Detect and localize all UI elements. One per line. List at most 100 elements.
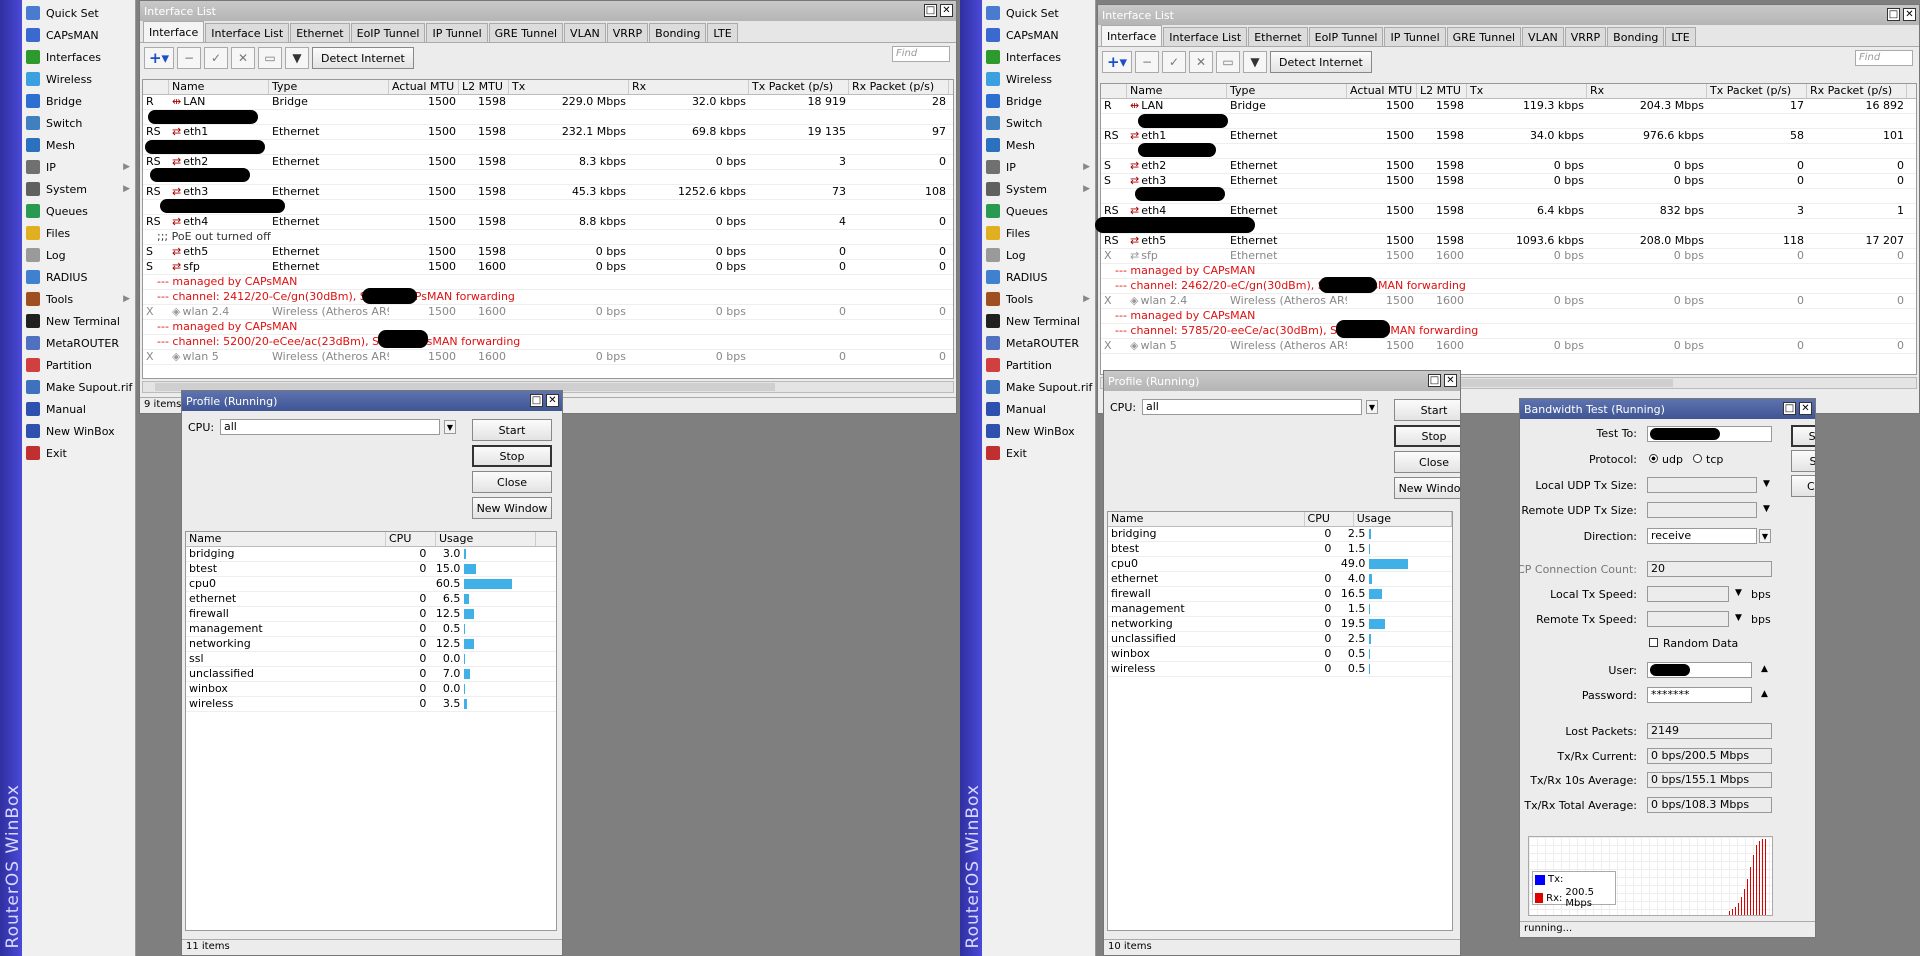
close-button[interactable]: Close	[472, 471, 552, 493]
menu-item-mesh[interactable]: Mesh	[982, 134, 1096, 156]
column-header[interactable]: CPU	[1305, 512, 1354, 526]
menu-item-bridge[interactable]: Bridge	[22, 90, 136, 112]
tab-lte[interactable]: LTE	[1665, 27, 1696, 46]
chevron-down-icon[interactable]: ▼	[444, 420, 456, 434]
comment-row[interactable]: --- channel: 5200/20-eCee/ac(23dBm), SSI…	[143, 335, 953, 350]
filter-icon[interactable]: ▼	[285, 47, 309, 69]
table-row[interactable]: RS ⇄ eth4 Ethernet 1500 1598 8.8 kbps 0 bps 4 0	[143, 215, 953, 230]
column-header[interactable]: Tx Packet (p/s)	[1707, 84, 1807, 98]
table-row[interactable]: X◈wlan 2.4Wireless (Atheros AR9...150016…	[1101, 294, 1916, 309]
stop-button[interactable]: Stop	[1791, 450, 1815, 472]
comment-row[interactable]: --- managed by CAPsMAN	[143, 320, 953, 335]
table-row[interactable]: S ⇄ eth2 Ethernet 1500 1598 0 bps 0 bps 0 0	[1101, 159, 1916, 174]
comment-row[interactable]: --- managed by CAPsMAN	[143, 275, 953, 290]
remote-speed-field[interactable]	[1647, 611, 1729, 627]
menu-item-ip[interactable]: IP ▶	[22, 156, 136, 178]
column-header[interactable]: CPU	[386, 532, 436, 546]
column-header[interactable]	[1101, 84, 1127, 98]
comment-row[interactable]: ;;; PoE out turned off	[143, 230, 953, 245]
comment-icon[interactable]: ▭	[258, 47, 282, 69]
table-row[interactable]: networking 0 12.5	[186, 637, 556, 652]
column-header[interactable]: L2 MTU	[459, 80, 509, 94]
password-field[interactable]: *******	[1647, 687, 1752, 703]
column-header[interactable]: Rx Packet (p/s)	[1807, 84, 1907, 98]
close-icon[interactable]: ✕	[1444, 374, 1457, 387]
table-row[interactable]: winbox 0 0.5	[1108, 647, 1452, 662]
tab-eoip-tunnel[interactable]: EoIP Tunnel	[350, 23, 426, 42]
tab-interface-list[interactable]: Interface List	[205, 23, 290, 42]
remove-icon[interactable]: −	[1135, 51, 1159, 73]
tab-bonding[interactable]: Bonding	[649, 23, 707, 42]
column-header[interactable]: Type	[1227, 84, 1347, 98]
interface-list-titlebar[interactable]: Interface List □ ✕	[140, 1, 956, 21]
start-button[interactable]: Start	[1394, 399, 1460, 421]
menu-item-radius[interactable]: RADIUS	[982, 266, 1096, 288]
table-row[interactable]: unclassified 0 7.0	[186, 667, 556, 682]
tab-ethernet[interactable]: Ethernet	[1248, 27, 1308, 46]
menu-item-manual[interactable]: Manual	[982, 398, 1096, 420]
menu-item-quick-set[interactable]: Quick Set	[22, 2, 136, 24]
table-row[interactable]: bridging 0 3.0	[186, 547, 556, 562]
table-row[interactable]: X◈wlan 5Wireless (Atheros AR9...15001600…	[143, 350, 953, 365]
comment-row[interactable]: --- channel: 2462/20-eC/gn(30dBm), SSID:…	[1101, 279, 1916, 294]
column-header[interactable]: Actual MTU	[389, 80, 459, 94]
table-row[interactable]: S ⇄ eth3 Ethernet 1500 1598 0 bps 0 bps 0 0	[1101, 174, 1916, 189]
chevron-up-icon[interactable]: ▲	[1761, 689, 1768, 699]
table-row[interactable]: ssl 0 0.0	[186, 652, 556, 667]
table-row[interactable]: management 0 0.5	[186, 622, 556, 637]
local-speed-field[interactable]	[1647, 586, 1729, 602]
find-input[interactable]: Find	[1855, 50, 1913, 66]
table-row[interactable]: S ⇄ sfp Ethernet 1500 1600 0 bps 0 bps 0 0	[143, 260, 953, 275]
tab-gre-tunnel[interactable]: GRE Tunnel	[488, 23, 564, 42]
close-icon[interactable]: ✕	[940, 4, 953, 17]
enable-icon[interactable]: ✓	[204, 47, 228, 69]
column-header[interactable]: Name	[169, 80, 269, 94]
column-header[interactable]: Usage	[436, 532, 536, 546]
menu-item-tools[interactable]: Tools ▶	[22, 288, 136, 310]
tab-vlan[interactable]: VLAN	[564, 23, 606, 42]
add-icon[interactable]: +▾	[1102, 51, 1132, 73]
menu-item-exit[interactable]: Exit	[22, 442, 136, 464]
menu-item-mesh[interactable]: Mesh	[22, 134, 136, 156]
table-row[interactable]: R ⇹ LAN Bridge 1500 1598 229.0 Mbps 32.0 kbps 18…	[143, 95, 953, 110]
tab-ip-tunnel[interactable]: IP Tunnel	[1384, 27, 1446, 46]
table-row[interactable]: btest 0 1.5	[1108, 542, 1452, 557]
menu-item-wireless[interactable]: Wireless	[22, 68, 136, 90]
direction-select[interactable]: receive	[1647, 528, 1757, 544]
cpu-select[interactable]: all	[220, 419, 440, 435]
enable-icon[interactable]: ✓	[1162, 51, 1186, 73]
column-header[interactable]: Actual MTU	[1347, 84, 1417, 98]
table-row[interactable]: btest 0 15.0	[186, 562, 556, 577]
table-row[interactable]: RS ⇄ eth2 Ethernet 1500 1598 8.3 kbps 0 bps 3 0	[143, 155, 953, 170]
menu-item-log[interactable]: Log	[982, 244, 1096, 266]
tab-vrrp[interactable]: VRRP	[606, 23, 649, 42]
menu-item-radius[interactable]: RADIUS	[22, 266, 136, 288]
user-field[interactable]	[1647, 662, 1752, 678]
column-header[interactable]: Tx Packet (p/s)	[749, 80, 849, 94]
column-header[interactable]: Name	[1127, 84, 1227, 98]
maximize-icon[interactable]: □	[1887, 8, 1900, 21]
menu-item-queues[interactable]: Queues	[22, 200, 136, 222]
random-data-checkbox[interactable]: Random Data	[1649, 637, 1738, 650]
menu-item-capsman[interactable]: CAPsMAN	[22, 24, 136, 46]
comment-row[interactable]: --- channel: 2412/20-Ce/gn(30dBm), SSID:…	[143, 290, 953, 305]
remove-icon[interactable]: −	[177, 47, 201, 69]
comment-icon[interactable]: ▭	[1216, 51, 1240, 73]
detect-internet-button[interactable]: Detect Internet	[312, 47, 414, 69]
table-row[interactable]: ethernet 0 4.0	[1108, 572, 1452, 587]
new-window-button[interactable]: New Window	[472, 497, 552, 519]
close-icon[interactable]: ✕	[1799, 402, 1812, 415]
profile-titlebar[interactable]: Profile (Running) □ ✕	[1104, 371, 1460, 391]
tab-vlan[interactable]: VLAN	[1522, 27, 1564, 46]
chevron-down-icon[interactable]: ▼	[1366, 400, 1378, 414]
start-button[interactable]: Start	[472, 419, 552, 441]
menu-item-make-supout-rif[interactable]: Make Supout.rif	[22, 376, 136, 398]
table-row[interactable]: RS ⇄ eth5 Ethernet 1500 1598 1093.6 kbps 208.0 …	[1101, 234, 1916, 249]
detect-internet-button[interactable]: Detect Internet	[1270, 51, 1372, 73]
table-row[interactable]: X◈wlan 5Wireless (Atheros AR9...15001600…	[1101, 339, 1916, 354]
menu-item-exit[interactable]: Exit	[982, 442, 1096, 464]
maximize-icon[interactable]: □	[1783, 402, 1796, 415]
close-icon[interactable]: ✕	[546, 394, 559, 407]
menu-item-make-supout-rif[interactable]: Make Supout.rif	[982, 376, 1096, 398]
table-row[interactable]: S ⇄ eth5 Ethernet 1500 1598 0 bps 0 bps 0 0	[143, 245, 953, 260]
